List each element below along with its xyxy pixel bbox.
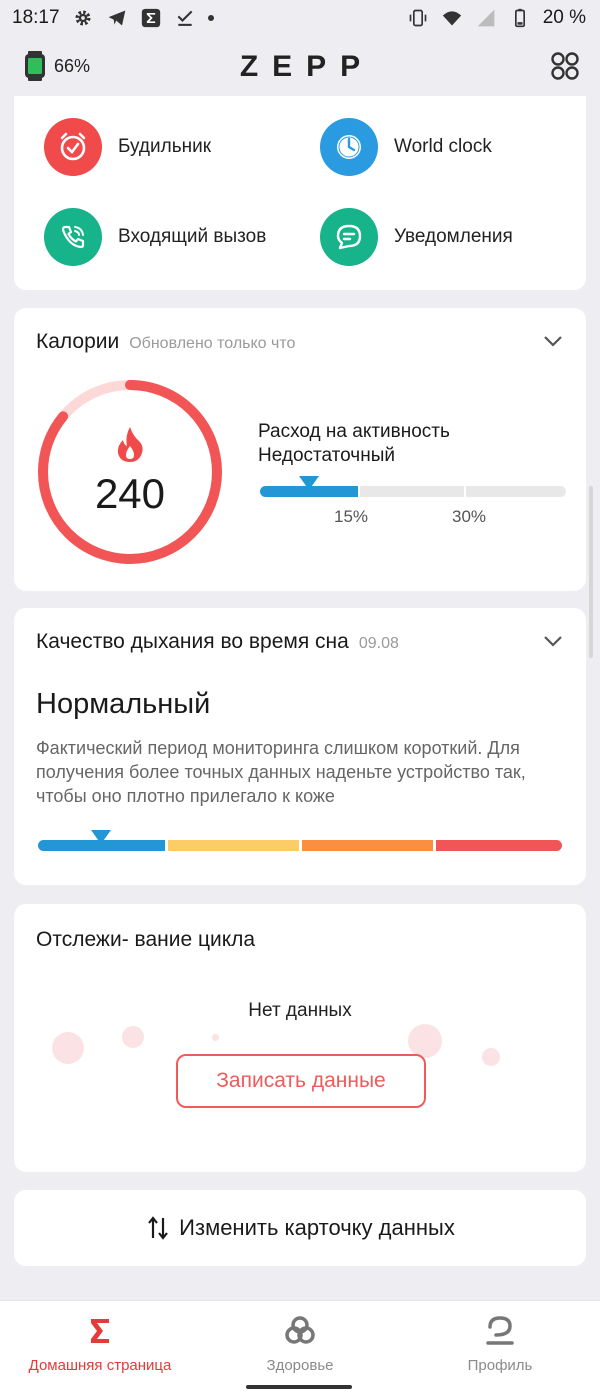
activity-label-block: Расход на активность Недостаточный — [258, 420, 450, 468]
profile-icon — [486, 1316, 514, 1345]
breathing-segment-moderate — [302, 840, 433, 851]
flame-icon — [117, 427, 143, 462]
scrollbar-thumb[interactable] — [589, 486, 593, 658]
chat-bubble-icon — [320, 208, 378, 266]
watch-icon — [25, 51, 45, 81]
nav-home-label: Домашняя страница — [28, 1357, 172, 1374]
record-data-button[interactable]: Записать данные — [176, 1054, 426, 1108]
decor-dot — [52, 1032, 84, 1064]
shortcut-label: World clock — [394, 136, 492, 157]
activity-tick-15: 15% — [334, 507, 369, 526]
nav-health[interactable]: Здоровье — [200, 1313, 400, 1374]
nav-home[interactable]: Домашняя страница — [0, 1313, 200, 1374]
decor-dot — [122, 1026, 144, 1048]
edit-data-card-button[interactable]: Изменить карточку данных — [14, 1190, 586, 1266]
status-bar-left: 18:17 — [12, 7, 214, 29]
calories-header: Калории Обновлено только что — [36, 330, 295, 354]
edit-data-card-label: Изменить карточку данных — [179, 1215, 455, 1240]
checkmark-icon — [174, 7, 196, 29]
decor-dot — [212, 1034, 219, 1041]
status-bar-right: 20 % — [407, 7, 586, 29]
breathing-card[interactable]: Качество дыхания во время сна 09.08 Норма… — [14, 608, 586, 885]
zepp-sigma-icon — [140, 7, 162, 29]
gear-icon — [72, 7, 94, 29]
status-battery-percent: 20 % — [542, 7, 586, 28]
clock-icon — [320, 118, 378, 176]
breathing-header: Качество дыхания во время сна 09.08 — [36, 630, 399, 654]
calories-card[interactable]: Калории Обновлено только что 240 Расход н… — [14, 308, 586, 591]
telegram-icon — [106, 7, 128, 29]
shortcut-incoming-call[interactable]: Входящий вызов — [44, 208, 266, 266]
activity-status: Недостаточный — [258, 445, 395, 466]
shortcut-label: Уведомления — [394, 226, 513, 247]
status-bar: 18:17 20 % — [0, 0, 600, 36]
shortcut-alarm[interactable]: Будильник — [44, 118, 211, 176]
shortcuts-card: Будильник World clock Входящий вызов Уве… — [14, 96, 586, 290]
shortcut-label: Будильник — [118, 136, 212, 157]
battery-icon — [509, 7, 531, 29]
breathing-date: 09.08 — [358, 635, 399, 652]
sigma-home-icon — [91, 1319, 109, 1343]
activity-bar-segment-high — [466, 486, 566, 497]
breathing-pointer-icon — [90, 830, 111, 844]
breathing-segment-mild — [168, 840, 299, 851]
gesture-home-bar[interactable] — [246, 1385, 352, 1389]
sort-arrows-icon — [148, 1216, 169, 1240]
phone-call-icon — [44, 208, 102, 266]
dot-icon — [207, 15, 214, 21]
cycle-no-data: Нет данных — [248, 1000, 352, 1021]
shortcut-world-clock[interactable]: World clock — [320, 118, 492, 176]
breathing-status: Нормальный — [36, 688, 211, 720]
device-status[interactable]: 66% — [24, 51, 90, 81]
calories-title: Калории — [36, 330, 120, 353]
activity-bar-segment-mid — [360, 486, 464, 497]
top-bar: 66% — [0, 36, 600, 96]
status-time: 18:17 — [12, 7, 60, 28]
breathing-segment-severe — [436, 840, 562, 851]
wifi-icon — [441, 7, 463, 29]
vibrate-icon — [407, 7, 429, 29]
chevron-down-icon[interactable] — [542, 630, 564, 652]
breathing-description: Фактический период мониторинга слишком к… — [36, 738, 526, 806]
shortcut-label: Входящий вызов — [118, 226, 267, 247]
device-battery: 66% — [54, 55, 91, 76]
activity-label: Расход на активность — [258, 421, 450, 442]
nav-profile-label: Профиль — [467, 1357, 533, 1374]
activity-pointer-icon — [298, 476, 319, 490]
activity-tick-30: 30% — [452, 507, 487, 526]
decor-dot — [408, 1024, 442, 1058]
calories-value: 240 — [94, 470, 166, 517]
breathing-bar — [38, 840, 562, 851]
breathing-title: Качество дыхания во время сна — [36, 630, 349, 653]
health-knot-icon — [285, 1316, 315, 1344]
cycle-title: Отслежи- вание цикла — [36, 928, 256, 951]
alarm-clock-icon — [44, 118, 102, 176]
apps-grid-icon[interactable] — [550, 51, 580, 81]
calories-updated: Обновлено только что — [129, 335, 296, 352]
decor-dot — [482, 1048, 500, 1066]
shortcut-notifications[interactable]: Уведомления — [320, 208, 513, 266]
nav-profile[interactable]: Профиль — [400, 1313, 600, 1374]
nav-health-label: Здоровье — [266, 1357, 334, 1374]
chevron-down-icon[interactable] — [542, 330, 564, 352]
signal-icon — [475, 7, 497, 29]
cycle-tracking-card[interactable]: Отслежи- вание цикла Нет данных Записать… — [14, 904, 586, 1172]
